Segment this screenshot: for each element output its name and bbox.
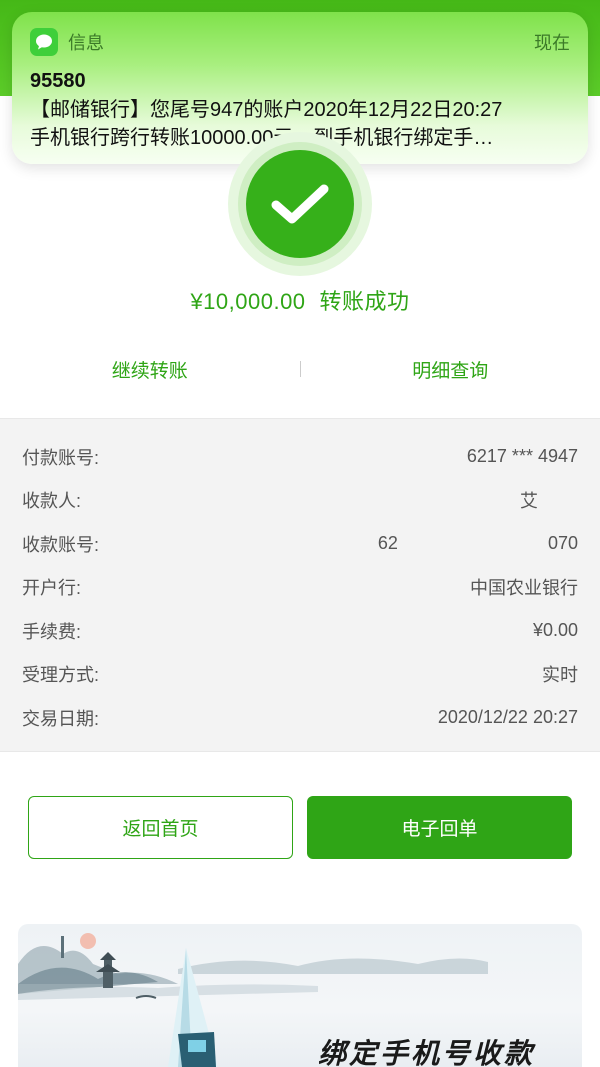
detail-row-payer-account: 付款账号: 6217 *** 4947 — [0, 435, 600, 479]
detail-value: 实时 — [542, 665, 578, 686]
detail-label: 受理方式: — [22, 665, 100, 686]
detail-value: ¥0.00 — [532, 620, 578, 641]
transfer-result: ¥10,000.00 转账成功 — [0, 284, 600, 316]
detail-label: 交易日期: — [22, 708, 100, 729]
detail-label: 收款账号: — [22, 534, 100, 555]
e-receipt-button[interactable]: 电子回单 — [307, 796, 572, 859]
success-check-icon — [228, 132, 372, 276]
back-home-button[interactable]: 返回首页 — [28, 796, 293, 859]
detail-value: 62 070 — [377, 533, 578, 554]
notification-header: 信息 现在 — [30, 28, 570, 56]
detail-label: 开户行: — [22, 578, 82, 599]
detail-label: 收款人: — [22, 491, 82, 512]
detail-row-date: 交易日期: 2020/12/22 20:27 — [0, 696, 600, 740]
detail-row-payee: 收款人: 艾 — [0, 479, 600, 523]
detail-row-method: 受理方式: 实时 — [0, 653, 600, 697]
continue-transfer-link[interactable]: 继续转账 — [0, 356, 300, 383]
detail-value: 6217 *** 4947 — [466, 446, 578, 467]
banner-title: 绑定手机号收款 — [318, 1037, 536, 1067]
detail-value: 中国农业银行 — [470, 578, 578, 599]
detail-value: 艾 — [520, 491, 538, 512]
transfer-amount: ¥10,000.00 — [190, 289, 306, 314]
detail-value: 2020/12/22 20:27 — [437, 707, 578, 728]
notification-time: 现在 — [534, 33, 570, 53]
messages-app-icon — [30, 28, 58, 56]
detail-label: 付款账号: — [22, 447, 100, 468]
bottom-buttons: 返回首页 电子回单 — [28, 796, 572, 859]
detail-row-bank: 开户行: 中国农业银行 — [0, 566, 600, 610]
detail-row-payee-account: 收款账号: 62 070 — [0, 522, 600, 566]
transfer-details-panel: 付款账号: 6217 *** 4947 收款人: 艾 收款账号: 62 070 … — [0, 418, 600, 752]
detail-label: 手续费: — [22, 621, 82, 642]
notification-sender: 95580 — [30, 70, 86, 92]
notification-app-name: 信息 — [68, 33, 104, 53]
promo-banner[interactable]: 绑定手机号收款 — [18, 924, 582, 1067]
detail-query-link[interactable]: 明细查询 — [301, 356, 600, 383]
transfer-status: 转账成功 — [319, 289, 410, 314]
detail-row-fee: 手续费: ¥0.00 — [0, 609, 600, 653]
quick-actions: 继续转账 明细查询 — [0, 352, 600, 386]
